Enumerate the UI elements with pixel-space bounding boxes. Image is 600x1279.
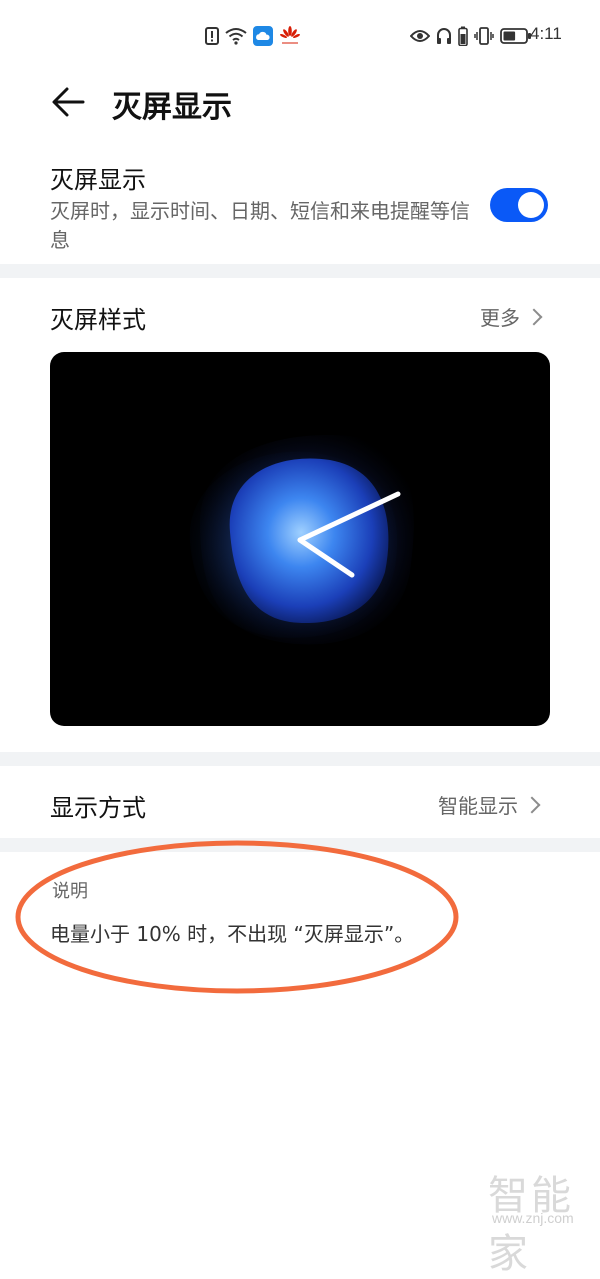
more-label: 更多 <box>480 306 520 330</box>
vibrate-icon <box>474 27 494 45</box>
eye-icon <box>410 30 430 42</box>
display-mode-selector[interactable]: 智能显示 <box>438 790 541 819</box>
status-left-icons <box>205 24 301 48</box>
battery-icon <box>458 26 468 46</box>
status-time: 4:11 <box>530 24 562 43</box>
watermark-url: www.znj.com <box>492 1210 574 1226</box>
section-divider <box>0 264 600 278</box>
display-mode-value: 智能显示 <box>438 794 518 818</box>
status-right-icons <box>410 24 532 48</box>
section-divider <box>0 752 600 766</box>
status-bar: 4:11 <box>0 0 600 70</box>
highlight-ellipse <box>15 840 459 994</box>
more-styles-link[interactable]: 更多 <box>480 302 543 331</box>
cloud-icon <box>253 26 273 46</box>
toggle-knob <box>518 192 544 218</box>
alert-icon <box>205 27 219 45</box>
aod-toggle-description: 灭屏时，显示时间、日期、短信和来电提醒等信息 <box>50 199 470 252</box>
chevron-right-icon <box>525 308 543 325</box>
display-mode-title: 显示方式 <box>50 794 146 822</box>
chevron-right-icon <box>523 796 541 813</box>
aod-toggle-title: 灭屏显示 <box>50 166 146 194</box>
battery-level-icon <box>500 28 531 44</box>
style-section-title: 灭屏样式 <box>50 306 146 334</box>
aod-toggle-switch[interactable] <box>490 188 548 222</box>
page-title: 灭屏显示 <box>112 90 232 125</box>
aod-style-preview[interactable] <box>50 352 550 726</box>
huawei-icon <box>280 26 300 44</box>
back-arrow-icon[interactable] <box>50 84 86 120</box>
wifi-icon <box>225 28 247 45</box>
clock-preview-graphic <box>189 435 414 645</box>
headphones-icon <box>437 28 451 44</box>
